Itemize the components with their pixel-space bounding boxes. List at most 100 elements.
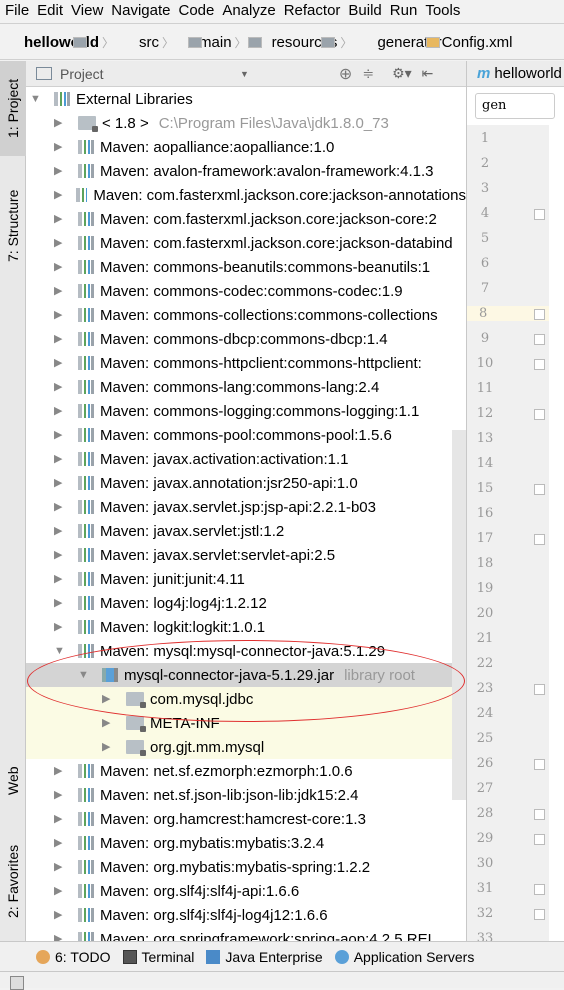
collapsed-arrow-icon[interactable]: ▶ bbox=[54, 358, 64, 369]
tree-item[interactable]: ▶ Maven: javax.activation:activation:1.1 bbox=[26, 447, 466, 471]
fold-marker-icon[interactable] bbox=[534, 484, 545, 495]
tree-item[interactable]: ▶ Maven: org.slf4j:slf4j-api:1.6.6 bbox=[26, 879, 466, 903]
collapsed-arrow-icon[interactable]: ▶ bbox=[54, 862, 64, 873]
menu-refactor[interactable]: Refactor bbox=[279, 0, 344, 23]
fold-marker-icon[interactable] bbox=[534, 909, 545, 920]
fold-marker-icon[interactable] bbox=[534, 359, 545, 370]
collapsed-arrow-icon[interactable]: ▶ bbox=[54, 766, 64, 777]
tree-item[interactable]: ▶ Maven: org.mybatis:mybatis:3.2.4 bbox=[26, 831, 466, 855]
tree-item[interactable]: ▶ Maven: net.sf.ezmorph:ezmorph:1.0.6 bbox=[26, 759, 466, 783]
menu-code[interactable]: Code bbox=[173, 0, 217, 23]
collapsed-arrow-icon[interactable]: ▶ bbox=[102, 742, 112, 753]
menu-build[interactable]: Build bbox=[343, 0, 384, 23]
collapsed-arrow-icon[interactable]: ▶ bbox=[54, 790, 64, 801]
tree-item[interactable]: ▶ Maven: org.hamcrest:hamcrest-core:1.3 bbox=[26, 807, 466, 831]
tree-item[interactable]: ▶ Maven: javax.servlet:servlet-api:2.5 bbox=[26, 543, 466, 567]
fold-marker-icon[interactable] bbox=[534, 759, 545, 770]
tab-project[interactable]: 1: Project bbox=[0, 61, 26, 156]
tree-item[interactable]: ▶ Maven: org.slf4j:slf4j-log4j12:1.6.6 bbox=[26, 903, 466, 927]
collapsed-arrow-icon[interactable]: ▶ bbox=[54, 118, 64, 129]
tree-scrollbar[interactable] bbox=[452, 430, 466, 800]
collapsed-arrow-icon[interactable]: ▶ bbox=[102, 718, 112, 729]
tree-item[interactable]: ▶ Maven: commons-dbcp:commons-dbcp:1.4 bbox=[26, 327, 466, 351]
tree-item[interactable]: ▶ Maven: logkit:logkit:1.0.1 bbox=[26, 615, 466, 639]
collapsed-arrow-icon[interactable]: ▶ bbox=[54, 286, 64, 297]
tree-item[interactable]: ▶ Maven: org.mybatis:mybatis-spring:1.2.2 bbox=[26, 855, 466, 879]
collapsed-arrow-icon[interactable]: ▶ bbox=[102, 694, 112, 705]
collapsed-arrow-icon[interactable]: ▶ bbox=[54, 478, 64, 489]
breadcrumb-item[interactable]: src 〉 bbox=[115, 34, 203, 51]
breadcrumb-item[interactable]: main 〉 bbox=[175, 34, 263, 51]
mysql-jar[interactable]: ▼ mysql-connector-java-5.1.29.jar library … bbox=[26, 663, 466, 687]
expanded-arrow-icon[interactable]: ▼ bbox=[30, 94, 41, 105]
menu-tools[interactable]: Tools bbox=[420, 0, 463, 23]
collapsed-arrow-icon[interactable]: ▶ bbox=[54, 574, 64, 585]
breadcrumb-item[interactable]: resources 〉 bbox=[248, 34, 354, 51]
jdk-item[interactable]: ▶ < 1.8 > C:\Program Files\Java\jdk1.8.0_7… bbox=[26, 111, 466, 135]
tree-item[interactable]: ▶ Maven: commons-httpclient:commons-httpc… bbox=[26, 351, 466, 375]
fold-marker-icon[interactable] bbox=[534, 209, 545, 220]
tree-item[interactable]: ▶ Maven: commons-lang:commons-lang:2.4 bbox=[26, 375, 466, 399]
package-item[interactable]: ▶ com.mysql.jdbc bbox=[26, 687, 466, 711]
dropdown-icon[interactable]: ▼ bbox=[240, 69, 249, 79]
tree-item[interactable]: ▶ Maven: commons-pool:commons-pool:1.5.6 bbox=[26, 423, 466, 447]
fold-marker-icon[interactable] bbox=[534, 334, 545, 345]
package-item[interactable]: ▶ META-INF bbox=[26, 711, 466, 735]
collapsed-arrow-icon[interactable]: ▶ bbox=[54, 598, 64, 609]
menu-analyze[interactable]: Analyze bbox=[217, 0, 278, 23]
tree-item[interactable]: ▶ Maven: org.springframework:spring-aop:4… bbox=[26, 927, 466, 941]
todo-tab[interactable]: 6: TODO bbox=[36, 949, 111, 965]
tree-item[interactable]: ▶ Maven: javax.servlet:jstl:1.2 bbox=[26, 519, 466, 543]
collapsed-arrow-icon[interactable]: ▶ bbox=[54, 814, 64, 825]
collapsed-arrow-icon[interactable]: ▶ bbox=[54, 166, 64, 177]
java-enterprise-tab[interactable]: Java Enterprise bbox=[206, 949, 323, 965]
tree-item[interactable]: ▶ Maven: commons-codec:commons-codec:1.9 bbox=[26, 279, 466, 303]
collapsed-arrow-icon[interactable]: ▶ bbox=[54, 190, 62, 201]
collapsed-arrow-icon[interactable]: ▶ bbox=[54, 214, 64, 225]
tree-item[interactable]: ▶ Maven: com.fasterxml.jackson.core:jacks… bbox=[26, 231, 466, 255]
breadcrumb-item[interactable]: helloworld 〉 bbox=[0, 34, 115, 51]
tree-item[interactable]: ▶ Maven: junit:junit:4.11 bbox=[26, 567, 466, 591]
collapsed-arrow-icon[interactable]: ▶ bbox=[54, 334, 64, 345]
collapsed-arrow-icon[interactable]: ▶ bbox=[54, 622, 64, 633]
project-view-selector[interactable]: Project bbox=[60, 66, 240, 82]
tree-item[interactable]: ▶ Maven: commons-beanutils:commons-beanut… bbox=[26, 255, 466, 279]
editor-breadcrumb[interactable]: gen bbox=[475, 93, 555, 119]
package-item[interactable]: ▶ org.gjt.mm.mysql bbox=[26, 735, 466, 759]
fold-marker-icon[interactable] bbox=[534, 409, 545, 420]
tree-item[interactable]: ▶ Maven: com.fasterxml.jackson.core:jacks… bbox=[26, 207, 466, 231]
tab-structure[interactable]: 7: Structure bbox=[0, 171, 26, 281]
collapsed-arrow-icon[interactable]: ▶ bbox=[54, 526, 64, 537]
expanded-arrow-icon[interactable]: ▼ bbox=[78, 670, 89, 681]
tree-item[interactable]: ▶ Maven: javax.servlet.jsp:jsp-api:2.2.1-… bbox=[26, 495, 466, 519]
fold-marker-icon[interactable] bbox=[534, 809, 545, 820]
expanded-arrow-icon[interactable]: ▼ bbox=[54, 646, 65, 657]
collapsed-arrow-icon[interactable]: ▶ bbox=[54, 430, 64, 441]
collapsed-arrow-icon[interactable]: ▶ bbox=[54, 502, 64, 513]
tree-item[interactable]: ▶ Maven: log4j:log4j:1.2.12 bbox=[26, 591, 466, 615]
tree-item[interactable]: ▶ Maven: avalon-framework:avalon-framewor… bbox=[26, 159, 466, 183]
menu-view[interactable]: View bbox=[66, 0, 106, 23]
menu-edit[interactable]: Edit bbox=[32, 0, 66, 23]
collapsed-arrow-icon[interactable]: ▶ bbox=[54, 238, 64, 249]
menu-run[interactable]: Run bbox=[385, 0, 421, 23]
collapsed-arrow-icon[interactable]: ▶ bbox=[54, 262, 64, 273]
hide-panel-icon[interactable]: ⇤ bbox=[422, 65, 434, 82]
collapsed-arrow-icon[interactable]: ▶ bbox=[54, 142, 64, 153]
locate-icon[interactable]: ⊕ bbox=[339, 64, 352, 84]
collapsed-arrow-icon[interactable]: ▶ bbox=[54, 886, 64, 897]
collapsed-arrow-icon[interactable]: ▶ bbox=[54, 406, 64, 417]
collapsed-arrow-icon[interactable]: ▶ bbox=[54, 550, 64, 561]
collapse-icon[interactable]: ≑ bbox=[362, 65, 374, 82]
fold-marker-icon[interactable] bbox=[534, 534, 545, 545]
collapsed-arrow-icon[interactable]: ▶ bbox=[54, 910, 64, 921]
fold-marker-icon[interactable] bbox=[534, 884, 545, 895]
terminal-tab[interactable]: Terminal bbox=[122, 949, 194, 965]
tree-item[interactable]: ▶ Maven: net.sf.json-lib:json-lib:jdk15:2… bbox=[26, 783, 466, 807]
editor-tab[interactable]: m helloworld bbox=[467, 61, 564, 87]
collapsed-arrow-icon[interactable]: ▶ bbox=[54, 838, 64, 849]
fold-marker-icon[interactable] bbox=[534, 309, 545, 320]
mysql-library[interactable]: ▼ Maven: mysql:mysql-connector-java:5.1.2… bbox=[26, 639, 466, 663]
tree-item[interactable]: ▶ Maven: aopalliance:aopalliance:1.0 bbox=[26, 135, 466, 159]
app-servers-tab[interactable]: Application Servers bbox=[334, 949, 474, 965]
